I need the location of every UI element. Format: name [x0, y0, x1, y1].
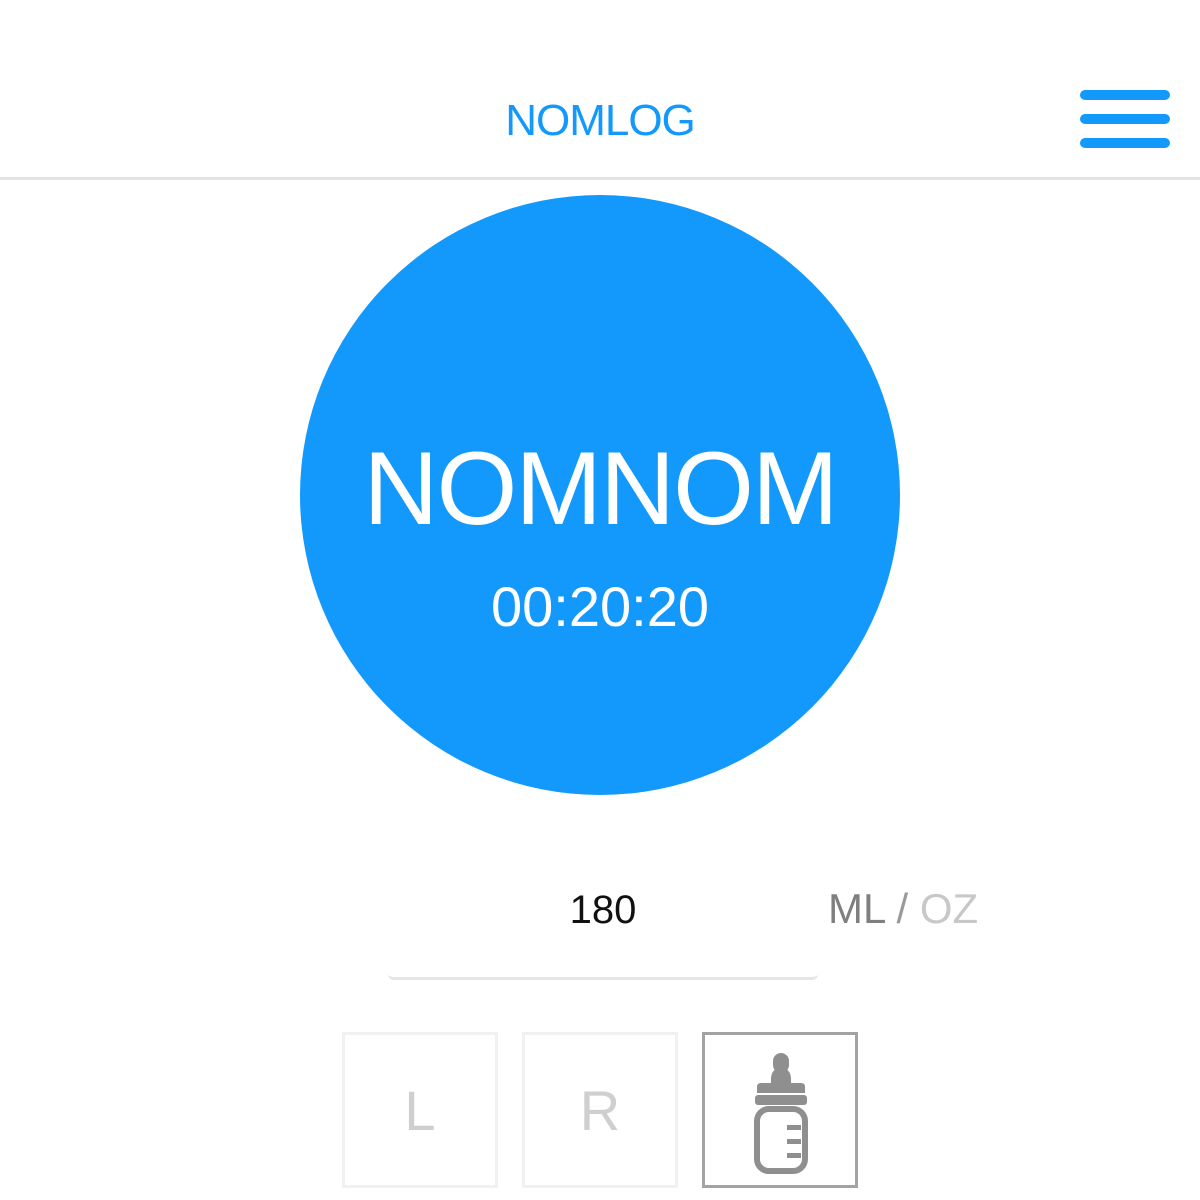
app-header: NOMLOG: [0, 0, 1200, 180]
right-breast-button[interactable]: R: [522, 1032, 678, 1188]
bottle-icon: [754, 1053, 808, 1174]
amount-input[interactable]: [388, 880, 818, 980]
menu-button[interactable]: [1076, 88, 1172, 152]
timer-label: NOMNOM: [363, 431, 838, 547]
unit-separator: /: [896, 885, 909, 932]
app-title: NOMLOG: [505, 96, 696, 145]
right-button-label: R: [579, 1079, 621, 1142]
unit-toggle: ML / OZ: [828, 886, 978, 932]
bottle-button[interactable]: [702, 1032, 858, 1188]
timer-elapsed: 00:20:20: [491, 575, 709, 638]
unit-oz-option[interactable]: OZ: [920, 885, 978, 932]
hamburger-menu-icon-bar: [1080, 114, 1170, 124]
nomnom-timer-button[interactable]: NOMNOM 00:20:20: [300, 195, 900, 795]
hamburger-menu-icon-bar: [1080, 138, 1170, 148]
left-button-label: L: [404, 1079, 436, 1142]
left-breast-button[interactable]: L: [342, 1032, 498, 1188]
unit-ml-option[interactable]: ML: [828, 885, 885, 932]
hamburger-menu-icon: [1080, 90, 1170, 100]
